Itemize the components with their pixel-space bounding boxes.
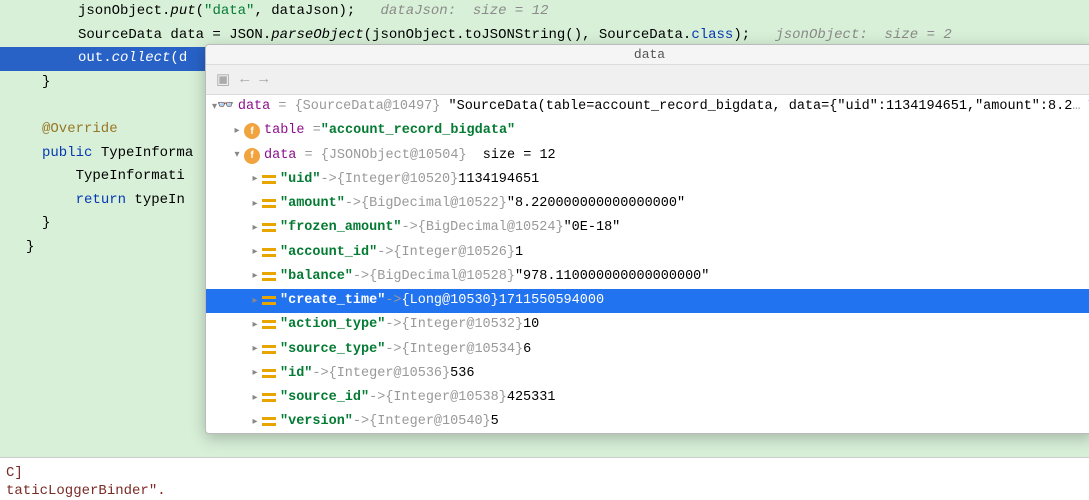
map-entry-icon <box>262 367 276 381</box>
map-entry-icon <box>262 294 276 308</box>
map-entry-icon <box>262 343 276 357</box>
chevron-right-icon[interactable]: ▸ <box>230 124 244 139</box>
chevron-right-icon[interactable]: ▸ <box>248 366 262 381</box>
tree-map-entry[interactable]: ▸"balance" -> {BigDecimal@10528} "978.11… <box>206 265 1089 289</box>
chevron-down-icon[interactable]: ▾ <box>230 148 244 163</box>
map-entry-icon <box>262 221 276 235</box>
field-icon: f <box>244 123 260 139</box>
map-entry-icon <box>262 173 276 187</box>
map-entry-icon <box>262 415 276 429</box>
tree-map-entry[interactable]: ▸"id" -> {Integer@10536} 536 <box>206 362 1089 386</box>
map-entry-icon <box>262 391 276 405</box>
chevron-right-icon[interactable]: ▸ <box>248 415 262 430</box>
map-entry-icon <box>262 270 276 284</box>
chevron-right-icon[interactable]: ▸ <box>248 391 262 406</box>
tree-map-entry[interactable]: ▸"source_id" -> {Integer@10538} 425331 <box>206 386 1089 410</box>
back-icon[interactable]: ← <box>240 71 249 88</box>
glasses-icon: 👓 <box>217 97 234 117</box>
tree-map-entry[interactable]: ▸"frozen_amount" -> {BigDecimal@10524} "… <box>206 216 1089 240</box>
tree-table-field[interactable]: ▸ f table = "account_record_bigdata" <box>206 119 1089 143</box>
chevron-right-icon[interactable]: ▸ <box>248 294 262 309</box>
tree-map-entry[interactable]: ▸"uid" -> {Integer@10520} 1134194651 <box>206 168 1089 192</box>
debugger-popup: data ▣ ← → ▾ 👓 data = {SourceData@10497}… <box>205 44 1089 434</box>
field-icon: f <box>244 148 260 164</box>
code-line-1: jsonObject.put("data", dataJson); dataJs… <box>0 0 1089 24</box>
map-entry-icon <box>262 246 276 260</box>
tree-map-entry[interactable]: ▸"create_time" -> {Long@10530} 171155059… <box>206 289 1089 313</box>
tree-data-field[interactable]: ▾ f data = {JSONObject@10504} size = 12 <box>206 144 1089 168</box>
tree-root[interactable]: ▾ 👓 data = {SourceData@10497} "SourceDat… <box>206 95 1089 119</box>
tree-map-entry[interactable]: ▸"source_type" -> {Integer@10534} 6 <box>206 338 1089 362</box>
console-line-1: C] <box>0 464 1089 482</box>
tree-map-entry[interactable]: ▸"version" -> {Integer@10540} 5 <box>206 410 1089 434</box>
chevron-right-icon[interactable]: ▸ <box>248 172 262 187</box>
chevron-right-icon[interactable]: ▸ <box>248 269 262 284</box>
chevron-right-icon[interactable]: ▸ <box>248 342 262 357</box>
popup-toolbar: ▣ ← → <box>206 65 1089 95</box>
tree-map-entry[interactable]: ▸"account_id" -> {Integer@10526} 1 <box>206 241 1089 265</box>
chevron-right-icon[interactable]: ▸ <box>248 221 262 236</box>
toolbar-button[interactable]: ▣ <box>216 70 230 89</box>
forward-icon[interactable]: → <box>259 71 268 88</box>
console-panel: C] taticLoggerBinder". <box>0 457 1089 500</box>
variable-tree[interactable]: ▾ 👓 data = {SourceData@10497} "SourceDat… <box>206 95 1089 434</box>
map-entry-icon <box>262 197 276 211</box>
tree-map-entry[interactable]: ▸"action_type" -> {Integer@10532} 10 <box>206 313 1089 337</box>
chevron-right-icon[interactable]: ▸ <box>248 245 262 260</box>
map-entry-icon <box>262 318 276 332</box>
console-line-2: taticLoggerBinder". <box>0 482 1089 500</box>
chevron-right-icon[interactable]: ▸ <box>248 197 262 212</box>
popup-title: data <box>206 45 1089 65</box>
chevron-right-icon[interactable]: ▸ <box>248 318 262 333</box>
tree-map-entry[interactable]: ▸"amount" -> {BigDecimal@10522} "8.22000… <box>206 192 1089 216</box>
